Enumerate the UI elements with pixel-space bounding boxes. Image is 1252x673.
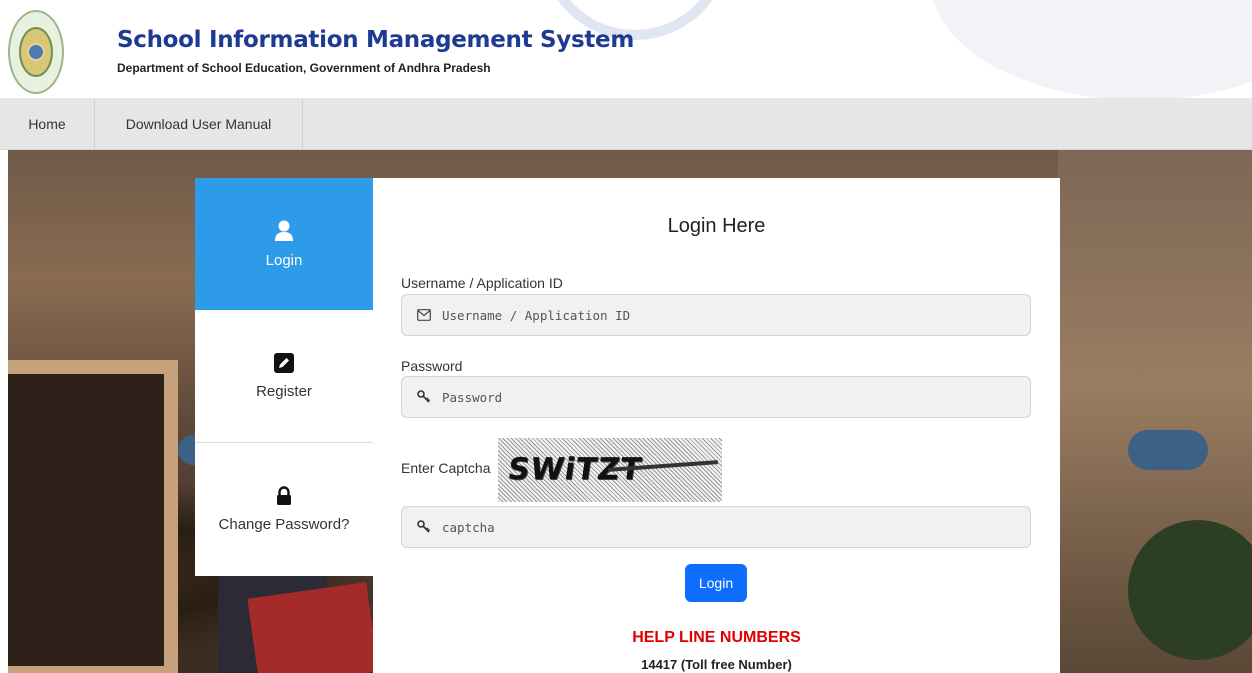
user-icon: [274, 220, 294, 242]
tab-change-password[interactable]: Change Password?: [195, 443, 373, 576]
site-title: School Information Management System: [117, 27, 635, 53]
top-nav: Home Download User Manual: [0, 98, 1252, 150]
captcha-label: Enter Captcha: [401, 460, 491, 476]
tab-register[interactable]: Register: [195, 310, 373, 443]
nav-home[interactable]: Home: [0, 98, 95, 150]
password-label: Password: [401, 358, 463, 374]
captcha-input[interactable]: [442, 519, 1022, 535]
password-input[interactable]: [442, 389, 1022, 405]
username-input[interactable]: [442, 307, 1022, 323]
lock-icon: [276, 486, 292, 506]
state-emblem-logo: [8, 10, 64, 94]
tab-login[interactable]: Login: [195, 178, 373, 310]
login-title: Login Here: [667, 215, 766, 237]
edit-icon: [274, 352, 294, 373]
tab-login-label: Login: [265, 251, 303, 269]
password-field: [401, 376, 1031, 418]
site-header: School Information Management System Dep…: [0, 0, 1252, 98]
captcha-image: SWiTZT: [498, 438, 722, 502]
nav-download-user-manual[interactable]: Download User Manual: [95, 98, 303, 150]
side-tab-panel: Login Register Change Password?: [195, 178, 373, 576]
site-subtitle: Department of School Education, Governme…: [117, 61, 491, 75]
key-icon: [416, 519, 432, 535]
header-decoration: [930, 0, 1252, 98]
login-panel: Login Here Username / Application ID Pas…: [373, 178, 1060, 673]
username-field: [401, 294, 1031, 336]
username-label: Username / Application ID: [401, 275, 563, 291]
captcha-field: [401, 506, 1031, 548]
login-button[interactable]: Login: [685, 564, 747, 602]
envelope-icon: [416, 307, 432, 323]
tab-register-label: Register: [256, 382, 312, 400]
key-icon: [416, 389, 432, 405]
helpline-number: 14417 (Toll free Number): [641, 657, 792, 672]
helpline-title: HELP LINE NUMBERS: [632, 629, 801, 646]
tab-change-password-label: Change Password?: [218, 516, 350, 533]
